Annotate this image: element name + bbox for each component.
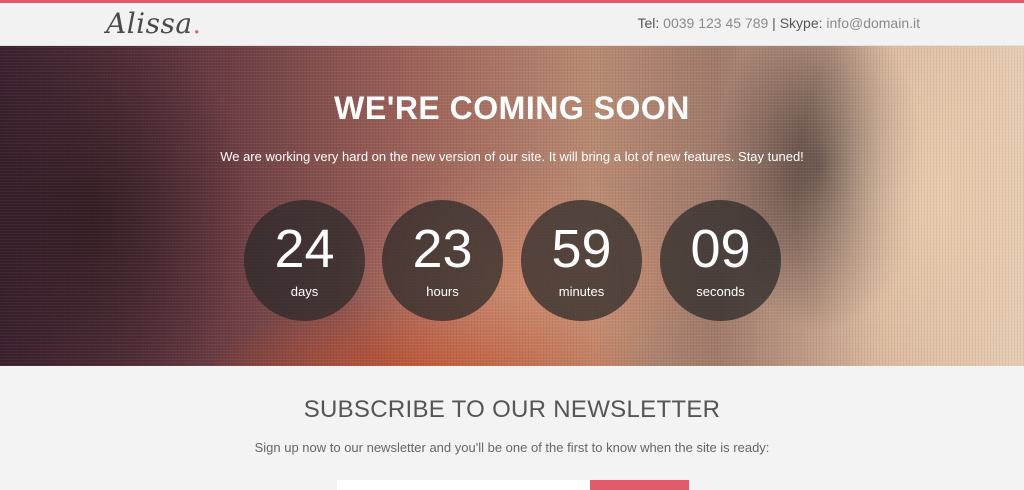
countdown-minutes-value: 59	[551, 219, 612, 279]
hero-section: WE'RE COMING SOON We are working very ha…	[0, 46, 1024, 366]
hero-subtitle: We are working very hard on the new vers…	[220, 149, 804, 164]
newsletter-subscribe-button[interactable]	[590, 480, 689, 490]
countdown-minutes-label: minutes	[558, 284, 605, 299]
site-header: Alissa. Tel: 0039 123 45 789 | Skype: in…	[0, 3, 1024, 46]
logo[interactable]: Alissa.	[106, 7, 201, 40]
contact-info: Tel: 0039 123 45 789 | Skype: info@domai…	[637, 15, 920, 31]
countdown-seconds-value: 09	[690, 219, 751, 279]
newsletter-email-input[interactable]	[337, 480, 590, 490]
tel-value: 0039 123 45 789	[663, 15, 769, 31]
tel-label: Tel:	[637, 15, 660, 31]
countdown-hours: 23 hours	[382, 200, 503, 321]
hero-title: WE'RE COMING SOON	[334, 90, 690, 126]
countdown-seconds: 09 seconds	[660, 200, 781, 321]
logo-text: Alissa	[106, 7, 193, 40]
newsletter-section: SUBSCRIBE TO OUR NEWSLETTER Sign up now …	[0, 366, 1024, 490]
countdown-days: 24 days	[244, 200, 365, 321]
countdown-days-label: days	[290, 284, 319, 299]
countdown-hours-label: hours	[426, 284, 459, 299]
countdown-days-value: 24	[274, 219, 335, 279]
countdown-seconds-label: seconds	[696, 284, 745, 299]
skype-value[interactable]: info@domain.it	[826, 15, 920, 31]
contact-separator: |	[772, 15, 776, 31]
countdown-hours-value: 23	[412, 219, 473, 279]
skype-label: Skype:	[779, 15, 823, 31]
countdown-minutes: 59 minutes	[521, 200, 642, 321]
newsletter-title: SUBSCRIBE TO OUR NEWSLETTER	[303, 396, 721, 423]
newsletter-description: Sign up now to our newsletter and you'll…	[254, 440, 770, 455]
logo-dot: .	[192, 10, 202, 40]
